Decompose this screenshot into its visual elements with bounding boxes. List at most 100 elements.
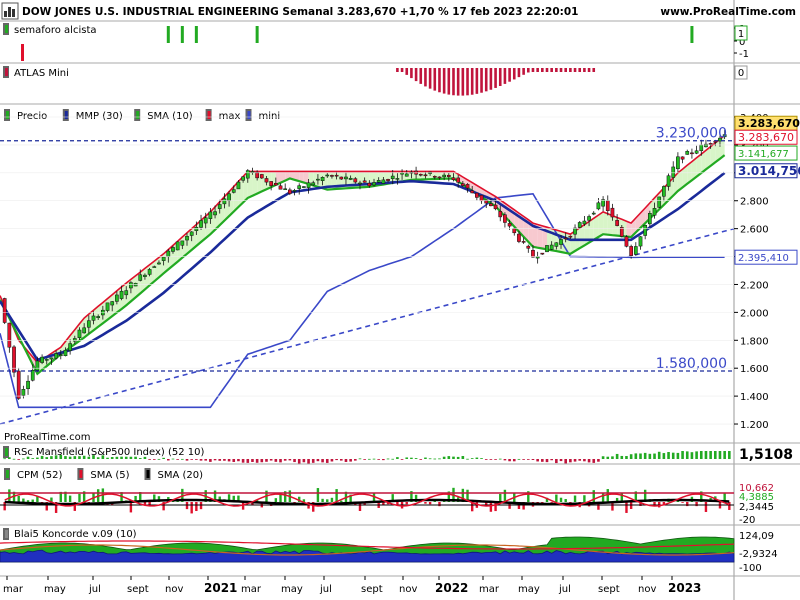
mansfield-bar xyxy=(195,459,198,460)
cpm-bar xyxy=(405,502,408,505)
candle xyxy=(432,176,437,178)
mansfield-bar xyxy=(143,456,147,459)
mansfield-bar xyxy=(283,459,287,461)
mansfield-bar xyxy=(269,459,273,461)
mansfield-bar xyxy=(110,457,114,459)
mansfield-bar xyxy=(3,458,6,460)
atlas-bar xyxy=(484,68,488,92)
candle xyxy=(386,179,390,181)
mansfield-bar xyxy=(358,458,362,460)
mansfield-bar xyxy=(480,458,483,459)
mansfield-bar xyxy=(8,457,11,459)
candle xyxy=(213,211,217,216)
mansfield-bar xyxy=(578,459,582,461)
mansfield-bar xyxy=(386,458,390,460)
mansfield-bar xyxy=(50,456,53,459)
candle xyxy=(358,182,362,185)
legend-precio: Precio xyxy=(17,111,47,122)
legend-mmp-30-: MMP (30) xyxy=(76,111,123,122)
mansfield-bar xyxy=(307,459,310,464)
mansfield-bar xyxy=(438,458,441,460)
mansfield-bar xyxy=(498,458,502,460)
cpm-bar xyxy=(199,502,203,510)
mansfield-bar xyxy=(606,456,610,459)
candle xyxy=(311,182,316,186)
mansfield-bar xyxy=(101,455,105,459)
mansfield-bar xyxy=(503,459,507,461)
mansfield-bar xyxy=(115,456,119,459)
mansfield-bar xyxy=(531,459,535,460)
trend-fill xyxy=(603,211,608,235)
candle xyxy=(278,185,283,190)
mansfield-bar xyxy=(344,459,348,462)
candle xyxy=(344,176,348,180)
mansfield-bar xyxy=(587,459,591,463)
atlas-bar xyxy=(433,68,437,91)
badge-max-label: 3.283,670 xyxy=(738,131,794,144)
mansfield-bar xyxy=(64,456,67,459)
candle xyxy=(16,370,21,399)
candle xyxy=(470,190,475,194)
mansfield-bar xyxy=(653,453,656,459)
semaforo-legend: semaforo alcista xyxy=(14,25,97,36)
mansfield-bar xyxy=(559,459,563,462)
mansfield-bar xyxy=(218,459,222,461)
mansfield-bar xyxy=(157,458,161,460)
mansfield-bar xyxy=(414,458,418,459)
atlas-bar xyxy=(405,68,409,75)
candle xyxy=(456,177,461,183)
mansfield-bar xyxy=(372,458,376,460)
candle xyxy=(680,156,685,160)
mansfield-bar xyxy=(73,456,77,459)
mansfield-bar xyxy=(363,459,366,460)
candle xyxy=(465,184,470,189)
mansfield-bar xyxy=(713,451,717,459)
mansfield-bar xyxy=(311,459,315,463)
mansfield-bar xyxy=(54,455,58,459)
candle xyxy=(704,143,708,148)
mansfield-bar xyxy=(592,459,596,463)
mansfield-bar xyxy=(573,459,577,462)
atlas-bar xyxy=(461,68,465,96)
mansfield-bar xyxy=(279,459,282,463)
cpm-bar xyxy=(26,500,30,502)
mansfield-bar xyxy=(550,459,553,461)
atlas-bar xyxy=(456,68,460,96)
mansfield-bar xyxy=(31,458,35,459)
candle xyxy=(446,174,451,177)
candle xyxy=(166,250,171,258)
candle xyxy=(68,343,72,351)
candle xyxy=(320,176,325,181)
mansfield-bar xyxy=(484,459,488,460)
koncorde-legend: Blai5 Koncorde v.09 (10) xyxy=(14,529,137,540)
mansfield-bar xyxy=(325,459,329,463)
atlas-bar xyxy=(428,68,432,89)
semaforo-signal xyxy=(255,26,259,43)
mansfield-bar xyxy=(667,452,670,459)
mansfield-bar xyxy=(251,459,254,462)
chart-title: DOW JONES U.S. INDUSTRIAL ENGINEERING Se… xyxy=(22,6,579,18)
candle xyxy=(676,156,680,170)
candle xyxy=(568,235,573,238)
cpm-bar xyxy=(78,493,81,502)
mansfield-bar xyxy=(134,456,137,459)
mansfield-bar xyxy=(120,456,123,459)
candle xyxy=(124,290,129,296)
candle xyxy=(376,180,381,183)
candle xyxy=(395,178,400,180)
candle xyxy=(475,192,479,198)
candle xyxy=(264,178,269,183)
cpm-bar xyxy=(428,502,432,505)
atlas-bar xyxy=(573,68,577,72)
candle xyxy=(82,327,87,334)
candle xyxy=(517,233,521,242)
semaforo-signal xyxy=(194,26,198,43)
mansfield-bar xyxy=(17,459,21,460)
candle xyxy=(143,274,147,277)
mansfield-bar xyxy=(260,459,264,463)
atlas-bar xyxy=(536,68,539,72)
mansfield-bar xyxy=(611,456,614,459)
candle xyxy=(460,183,465,186)
mansfield-bar xyxy=(106,457,109,459)
candle xyxy=(35,360,40,371)
